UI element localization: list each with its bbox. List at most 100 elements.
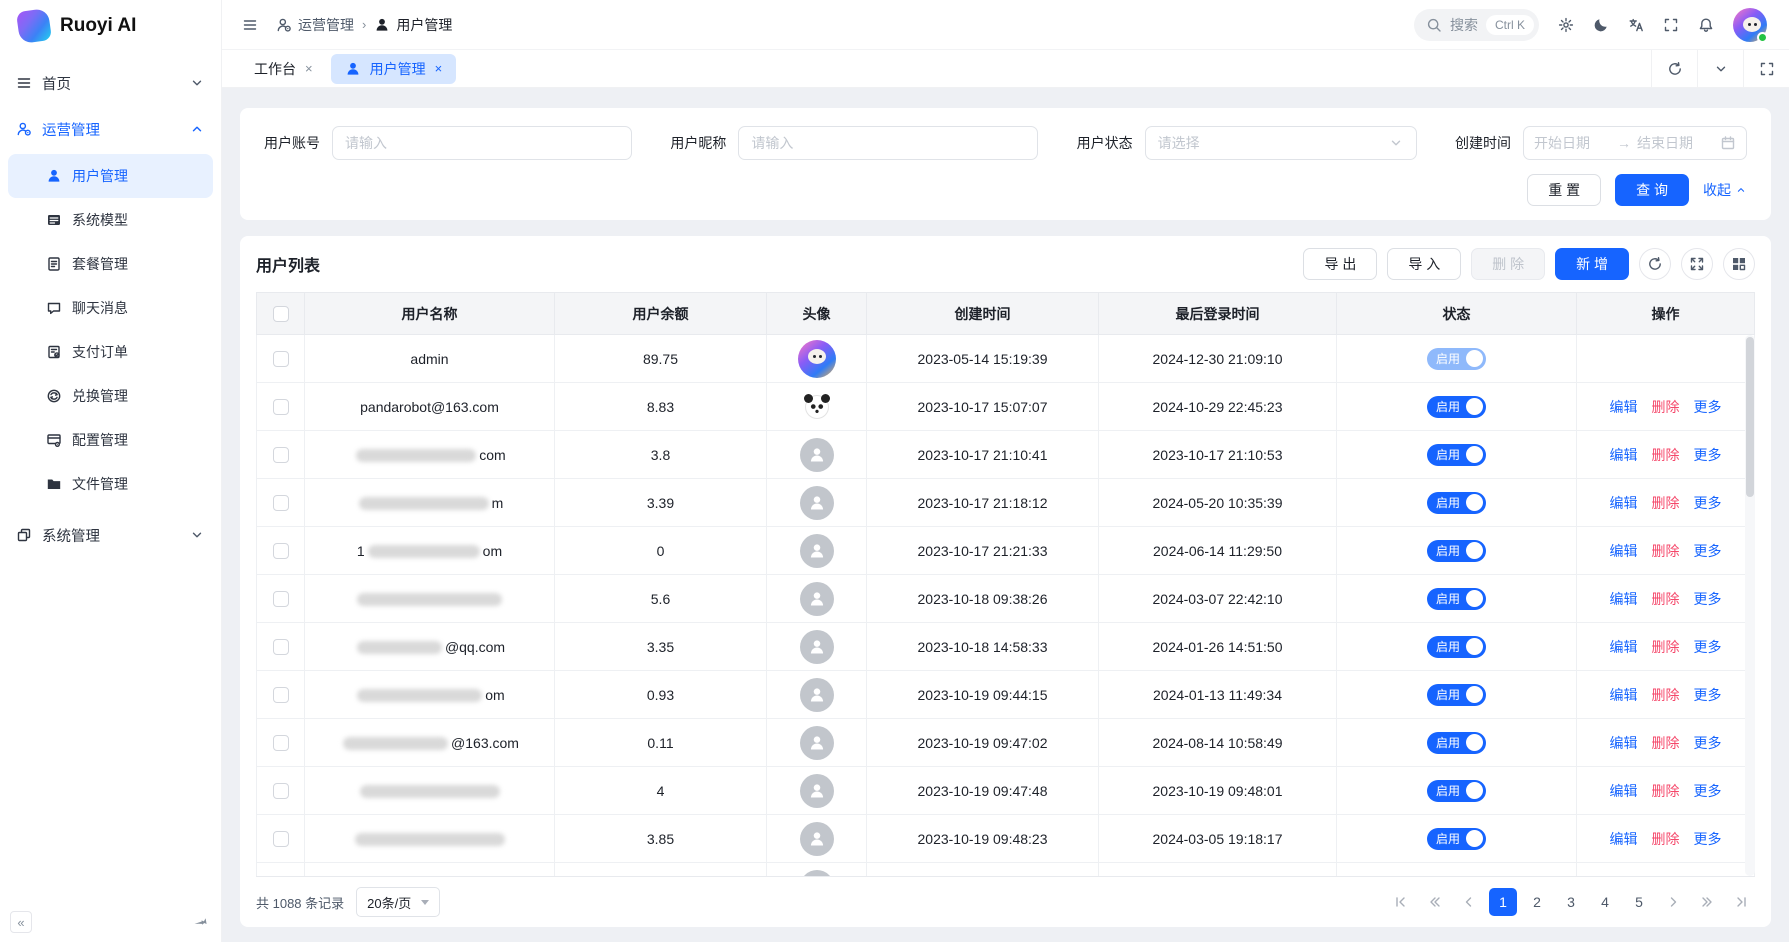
delete-link[interactable]: 删除 [1652, 591, 1680, 607]
pager-page-5[interactable]: 5 [1625, 888, 1653, 916]
more-link[interactable]: 更多 [1694, 543, 1722, 559]
row-checkbox[interactable] [273, 543, 289, 559]
status-toggle[interactable]: 启用 [1427, 492, 1486, 514]
status-toggle[interactable]: 启用 [1427, 444, 1486, 466]
expand-table-icon[interactable] [1681, 248, 1713, 280]
sidebar-item-file-mgmt[interactable]: 文件管理 [8, 462, 213, 506]
sidebar-item-chat-message[interactable]: 聊天消息 [8, 286, 213, 330]
tab-menu-chevron-icon[interactable] [1697, 50, 1743, 87]
delete-link[interactable]: 删除 [1652, 495, 1680, 511]
user-avatar[interactable] [1733, 8, 1767, 42]
more-link[interactable]: 更多 [1694, 495, 1722, 511]
pager-jump-back[interactable] [1421, 888, 1449, 916]
delete-link[interactable]: 删除 [1652, 831, 1680, 847]
row-checkbox[interactable] [273, 351, 289, 367]
query-button[interactable]: 查 询 [1615, 174, 1689, 206]
row-checkbox[interactable] [273, 591, 289, 607]
more-link[interactable]: 更多 [1694, 735, 1722, 751]
pager-first-page[interactable] [1387, 888, 1415, 916]
sidebar-item-home[interactable]: 首页 [0, 60, 221, 106]
global-search[interactable]: 搜索 Ctrl K [1414, 9, 1539, 41]
account-input[interactable] [332, 126, 632, 160]
status-toggle[interactable]: 启用 [1427, 540, 1486, 562]
pager-next-page[interactable] [1659, 888, 1687, 916]
row-checkbox[interactable] [273, 495, 289, 511]
refresh-table-icon[interactable] [1639, 248, 1671, 280]
breadcrumb-item[interactable]: 运营管理 [276, 15, 354, 35]
more-link[interactable]: 更多 [1694, 399, 1722, 415]
language-translate-icon[interactable] [1628, 17, 1644, 33]
delete-link[interactable]: 删除 [1652, 687, 1680, 703]
status-toggle[interactable]: 启用 [1427, 396, 1486, 418]
delete-link[interactable]: 删除 [1652, 399, 1680, 415]
delete-link[interactable]: 删除 [1652, 639, 1680, 655]
more-link[interactable]: 更多 [1694, 447, 1722, 463]
edit-link[interactable]: 编辑 [1610, 831, 1638, 847]
tab-workbench[interactable]: 工作台 × [240, 50, 327, 87]
pager-prev-page[interactable] [1455, 888, 1483, 916]
row-checkbox[interactable] [273, 447, 289, 463]
sidebar-item-pay-order[interactable]: 支付订单 [8, 330, 213, 374]
reset-button[interactable]: 重 置 [1527, 174, 1601, 206]
sidebar-item-package-mgmt[interactable]: 套餐管理 [8, 242, 213, 286]
edit-link[interactable]: 编辑 [1610, 543, 1638, 559]
sidebar-item-user-mgmt[interactable]: 用户管理 [8, 154, 213, 198]
row-checkbox[interactable] [273, 783, 289, 799]
hamburger-menu-icon[interactable] [242, 17, 258, 33]
table-scrollbar[interactable] [1745, 335, 1755, 876]
close-icon[interactable]: × [435, 61, 443, 76]
breadcrumb-item[interactable]: 用户管理 [374, 15, 452, 35]
status-toggle[interactable]: 启用 [1427, 780, 1486, 802]
tab-user-management[interactable]: 用户管理 × [331, 54, 457, 84]
scrollbar-thumb[interactable] [1746, 337, 1754, 497]
select-all-checkbox[interactable] [273, 306, 289, 322]
status-toggle[interactable]: 启用 [1427, 636, 1486, 658]
status-toggle[interactable]: 启用 [1427, 876, 1486, 878]
content-fullscreen-icon[interactable] [1743, 50, 1789, 87]
edit-link[interactable]: 编辑 [1610, 399, 1638, 415]
status-toggle[interactable]: 启用 [1427, 348, 1486, 370]
row-checkbox[interactable] [273, 735, 289, 751]
status-select[interactable]: 请选择 [1145, 126, 1417, 160]
delete-link[interactable]: 删除 [1652, 543, 1680, 559]
collapse-filter-link[interactable]: 收起 [1703, 180, 1747, 200]
more-link[interactable]: 更多 [1694, 783, 1722, 799]
edit-link[interactable]: 编辑 [1610, 495, 1638, 511]
delete-link[interactable]: 删除 [1652, 735, 1680, 751]
edit-link[interactable]: 编辑 [1610, 447, 1638, 463]
delete-link[interactable]: 删除 [1652, 783, 1680, 799]
status-toggle[interactable]: 启用 [1427, 588, 1486, 610]
sidebar-item-config-mgmt[interactable]: 配置管理 [8, 418, 213, 462]
edit-link[interactable]: 编辑 [1610, 735, 1638, 751]
edit-link[interactable]: 编辑 [1610, 783, 1638, 799]
import-button[interactable]: 导 入 [1387, 248, 1461, 280]
add-button[interactable]: 新 增 [1555, 248, 1629, 280]
more-link[interactable]: 更多 [1694, 591, 1722, 607]
sidebar-item-operations[interactable]: 运营管理 [0, 106, 221, 152]
close-icon[interactable]: × [305, 61, 313, 76]
more-link[interactable]: 更多 [1694, 639, 1722, 655]
edit-link[interactable]: 编辑 [1610, 639, 1638, 655]
sidebar-item-system[interactable]: 系统管理 [0, 512, 221, 558]
fullscreen-icon[interactable] [1663, 17, 1679, 33]
pager-page-1[interactable]: 1 [1489, 888, 1517, 916]
pin-icon[interactable] [190, 911, 212, 933]
date-range-picker[interactable]: 开始日期 → 结束日期 [1523, 126, 1747, 160]
sidebar-collapse-button[interactable]: « [10, 911, 32, 933]
edit-link[interactable]: 编辑 [1610, 591, 1638, 607]
page-size-select[interactable]: 20条/页 [356, 887, 440, 917]
nickname-input[interactable] [738, 126, 1038, 160]
dark-mode-moon-icon[interactable] [1593, 17, 1609, 33]
edit-link[interactable]: 编辑 [1610, 687, 1638, 703]
export-button[interactable]: 导 出 [1303, 248, 1377, 280]
status-toggle[interactable]: 启用 [1427, 684, 1486, 706]
pager-page-2[interactable]: 2 [1523, 888, 1551, 916]
more-link[interactable]: 更多 [1694, 831, 1722, 847]
column-settings-icon[interactable] [1723, 248, 1755, 280]
status-toggle[interactable]: 启用 [1427, 828, 1486, 850]
notification-bell-icon[interactable] [1698, 17, 1714, 33]
row-checkbox[interactable] [273, 831, 289, 847]
delete-link[interactable]: 删除 [1652, 447, 1680, 463]
sidebar-item-system-model[interactable]: 系统模型 [8, 198, 213, 242]
status-toggle[interactable]: 启用 [1427, 732, 1486, 754]
